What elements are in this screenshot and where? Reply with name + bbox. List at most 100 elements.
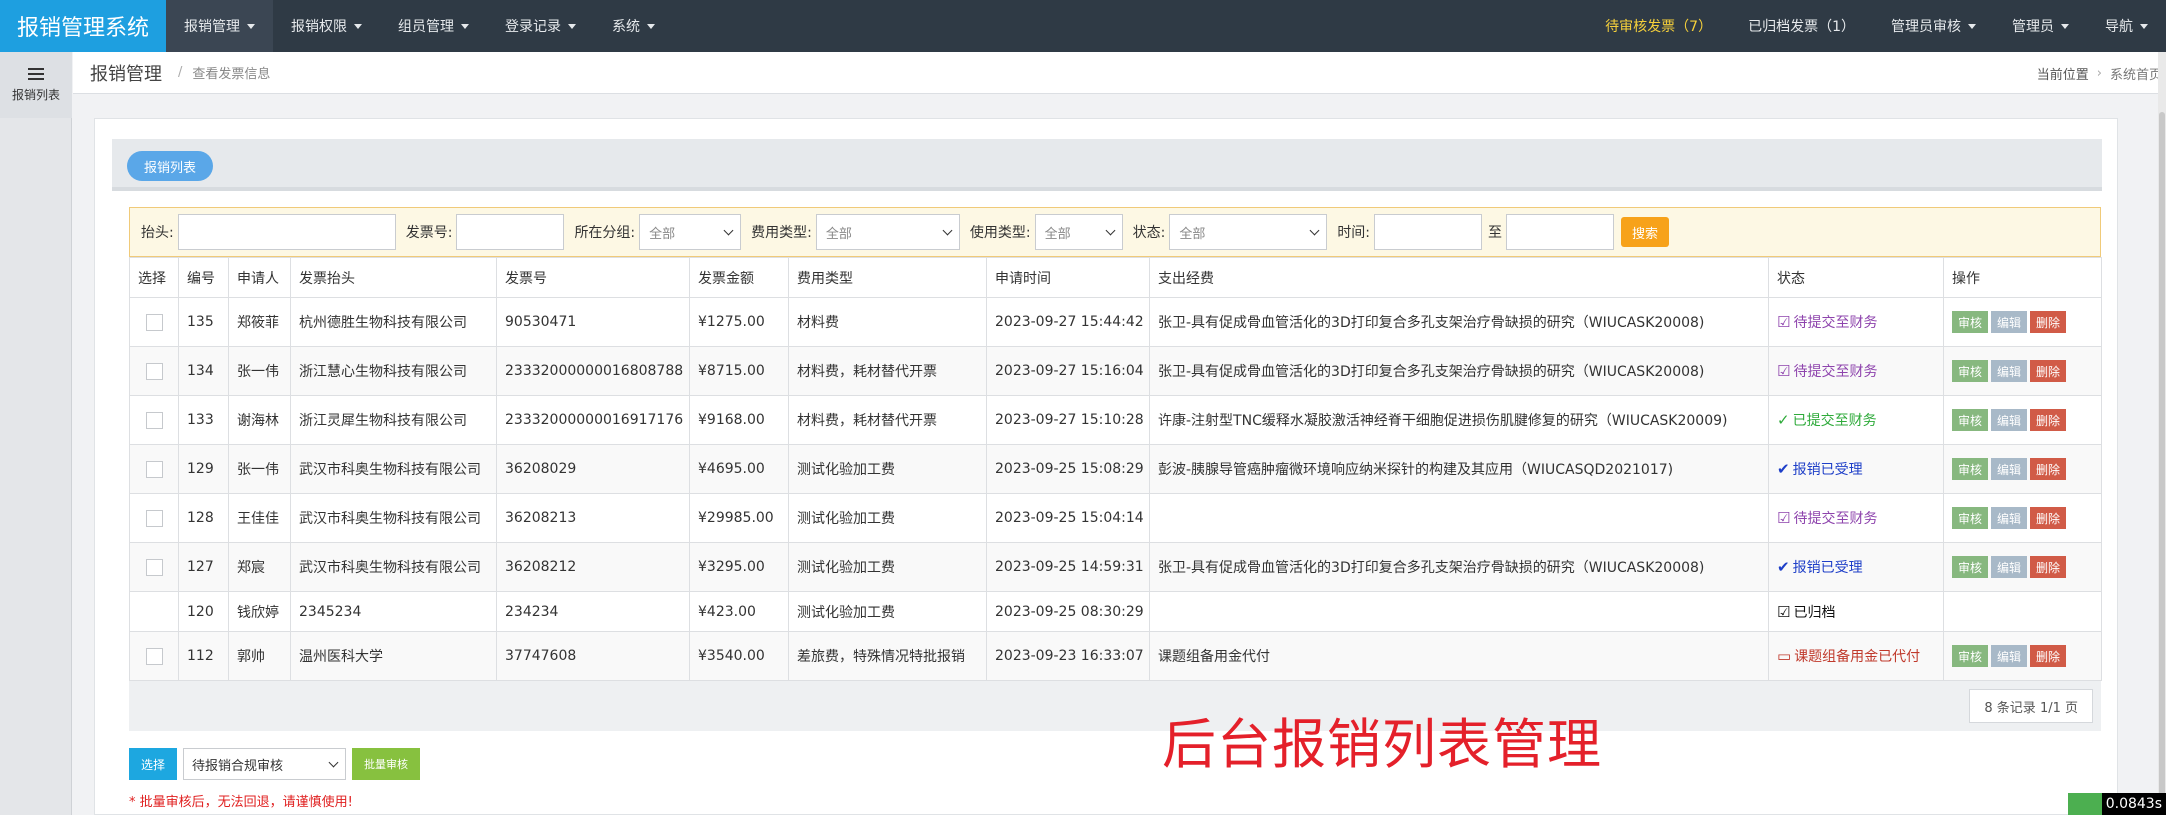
tab-reimburse-list[interactable]: 报销列表	[127, 151, 214, 181]
status-text: 课题组备用金已代付	[1794, 649, 1921, 665]
nav-menu-label: 报销管理	[184, 19, 240, 35]
select-cell	[129, 346, 179, 396]
applicant-cell: 谢海林	[228, 395, 291, 445]
header-filter-input[interactable]	[177, 214, 396, 250]
amount-cell: ¥1275.00	[689, 297, 789, 347]
batch-status-select[interactable]: 待报销合规审核	[183, 748, 347, 780]
apply-time-cell: 2023-09-25 14:59:31	[986, 542, 1150, 592]
timer-logo-icon	[2067, 793, 2102, 815]
edit-button[interactable]: 编辑	[1991, 311, 2028, 333]
nav-menu-0[interactable]: 报销管理	[166, 0, 273, 52]
scrollbar[interactable]	[2158, 52, 2166, 815]
scrollbar-thumb[interactable]	[2159, 112, 2165, 815]
actions-cell: 审核 编辑 删除	[1943, 297, 2102, 347]
sidebar-item-reimburse-list[interactable]: 报销列表	[0, 52, 72, 118]
row-checkbox[interactable]	[146, 460, 163, 478]
delete-button[interactable]: 删除	[2030, 360, 2067, 382]
audit-button[interactable]: 审核	[1952, 507, 1989, 529]
time-start-input[interactable]	[1374, 214, 1483, 250]
row-checkbox[interactable]	[146, 411, 163, 429]
admin-menu[interactable]: 管理员	[1994, 0, 2087, 52]
audit-button[interactable]: 审核	[1952, 311, 1989, 333]
applicant-cell: 张一伟	[228, 346, 291, 396]
column-header: 状态	[1768, 257, 1944, 298]
batch-controls: 选择 待报销合规审核 批量审核	[129, 748, 421, 780]
chevron-down-icon	[354, 23, 362, 29]
nav-menu-4[interactable]: 系统	[594, 0, 673, 52]
column-header: 发票抬头	[290, 257, 497, 298]
guide-menu[interactable]: 导航	[2087, 0, 2166, 52]
invoice-no-cell: 23332000000016808788	[496, 346, 690, 396]
nav-menu-3[interactable]: 登录记录	[487, 0, 594, 52]
delete-button[interactable]: 删除	[2030, 645, 2067, 667]
batch-status-value: 待报销合规审核	[192, 758, 284, 774]
expense-type-filter-select[interactable]: 全部	[815, 214, 960, 250]
time-end-input[interactable]	[1506, 214, 1615, 250]
archived-invoices-link[interactable]: 已归档发票（1）	[1730, 0, 1873, 52]
chevron-down-icon	[942, 225, 953, 235]
delete-button[interactable]: 删除	[2030, 556, 2067, 578]
edit-button[interactable]: 编辑	[1991, 360, 2028, 382]
select-all-button[interactable]: 选择	[129, 748, 178, 780]
table-row[interactable]: 135 郑筱菲 杭州德胜生物科技有限公司 90530471 ¥1275.00 材料费 202…	[129, 297, 2102, 347]
group-filter-select[interactable]: 全部	[639, 214, 742, 250]
audit-button[interactable]: 审核	[1952, 556, 1989, 578]
guide-label: 导航	[2105, 19, 2133, 35]
use-type-filter-select[interactable]: 全部	[1034, 214, 1123, 250]
row-checkbox[interactable]	[146, 647, 163, 665]
edit-button[interactable]: 编辑	[1991, 458, 2028, 480]
audit-button[interactable]: 审核	[1952, 458, 1989, 480]
table-row[interactable]: 134 张一伟 浙江慧心生物科技有限公司 23332000000016808788 ¥8…	[129, 346, 2102, 396]
column-header: 发票金额	[689, 257, 789, 298]
nav-menu-2[interactable]: 组员管理	[380, 0, 487, 52]
row-checkbox[interactable]	[146, 509, 163, 527]
home-link[interactable]: 系统首页	[2110, 64, 2162, 83]
delete-button[interactable]: 删除	[2030, 458, 2067, 480]
admin-audit-menu[interactable]: 管理员审核	[1873, 0, 1994, 52]
audit-button[interactable]: 审核	[1952, 645, 1989, 667]
table-row[interactable]: 128 王佳佳 武汉市科奥生物科技有限公司 36208213 ¥29985.00 测试化验…	[129, 493, 2102, 543]
id-cell: 135	[178, 297, 229, 347]
pending-invoices-link[interactable]: 待审核发票（7）	[1587, 0, 1730, 52]
table-row[interactable]: 129 张一伟 武汉市科奥生物科技有限公司 36208029 ¥4695.00 测试化验加…	[129, 444, 2102, 494]
invoice-header-cell: 武汉市科奥生物科技有限公司	[290, 493, 497, 543]
edit-button[interactable]: 编辑	[1991, 556, 2028, 578]
audit-button[interactable]: 审核	[1952, 360, 1989, 382]
row-checkbox[interactable]	[146, 362, 163, 380]
row-actions: 审核 编辑 删除	[1952, 409, 2101, 431]
edit-button[interactable]: 编辑	[1991, 507, 2028, 529]
invoice-no-filter-input[interactable]	[456, 214, 565, 250]
expense-type-filter-value: 全部	[825, 226, 852, 242]
id-cell: 134	[178, 346, 229, 396]
audit-button[interactable]: 审核	[1952, 409, 1989, 431]
table-row[interactable]: 127 郑宸 武汉市科奥生物科技有限公司 36208212 ¥3295.00 测试化验加工…	[129, 542, 2102, 592]
row-checkbox[interactable]	[146, 313, 163, 331]
nav-menu-1[interactable]: 报销权限	[273, 0, 380, 52]
column-header: 选择	[129, 257, 179, 298]
id-cell: 120	[178, 591, 229, 632]
brand-logo[interactable]: 报销管理系统	[0, 0, 166, 52]
table-row[interactable]: 133 谢海林 浙江灵犀生物科技有限公司 23332000000016917176 ¥9…	[129, 395, 2102, 445]
apply-time-cell: 2023-09-25 15:04:14	[986, 493, 1150, 543]
delete-button[interactable]: 删除	[2030, 311, 2067, 333]
chevron-down-icon	[1309, 225, 1320, 235]
main-nav: 报销管理 报销权限 组员管理 登录记录 系统	[166, 0, 673, 52]
status-badge: ☑ 待提交至财务	[1777, 361, 1877, 381]
row-checkbox[interactable]	[146, 558, 163, 576]
invoice-header-cell: 温州医科大学	[290, 631, 497, 681]
status-icon: ☑	[1777, 313, 1791, 331]
status-filter-select[interactable]: 全部	[1169, 214, 1328, 250]
delete-button[interactable]: 删除	[2030, 409, 2067, 431]
applicant-cell: 郑宸	[228, 542, 291, 592]
table-row[interactable]: 112 郭帅 温州医科大学 37747608 ¥3540.00 差旅费，特殊情况特批报销 2…	[129, 631, 2102, 681]
page-subtitle: 查看发票信息	[192, 67, 271, 82]
status-badge: ✓ 已提交至财务	[1777, 410, 1877, 430]
search-button[interactable]: 搜索	[1621, 217, 1670, 247]
location-trail: 当前位置 › 系统首页	[2037, 52, 2162, 94]
batch-audit-button[interactable]: 批量审核	[352, 748, 421, 780]
edit-button[interactable]: 编辑	[1991, 409, 2028, 431]
delete-button[interactable]: 删除	[2030, 507, 2067, 529]
table-row[interactable]: 120 钱欣婷 2345234 234234 ¥423.00 测试化验加工费 2023-09…	[129, 591, 2102, 632]
column-header: 申请人	[228, 257, 291, 298]
edit-button[interactable]: 编辑	[1991, 645, 2028, 667]
